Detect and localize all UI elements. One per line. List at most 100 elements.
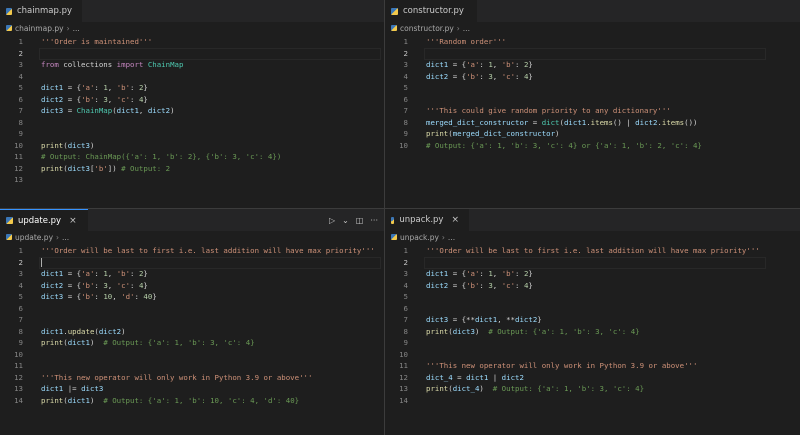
code-line[interactable]: 9	[385, 337, 800, 349]
code-line[interactable]: 13 print(dict_4) # Output: {'a': 1, 'b': …	[385, 383, 800, 395]
code-line[interactable]: 4 dict2 = {'b': 3, 'c': 4}	[0, 280, 384, 292]
horizontal-divider[interactable]	[0, 208, 800, 209]
breadcrumb-file[interactable]: chainmap.py	[15, 24, 64, 33]
breadcrumb-symbols[interactable]: ...	[62, 233, 69, 242]
code-line[interactable]: 11 # Output: ChainMap({'a': 1, 'b': 2}, {…	[0, 151, 384, 163]
code-line[interactable]: 6	[0, 303, 384, 315]
code-editor[interactable]: 1 '''Random order''' 2 3 dict1 = {'a': 1, 'b…	[385, 36, 800, 151]
code-token: print	[426, 326, 449, 336]
code-line[interactable]: 8 dict1.update(dict2)	[0, 326, 384, 338]
code-line[interactable]: 7 '''This could give random priority to a…	[385, 105, 800, 117]
code-token: = {**	[448, 315, 475, 324]
code-line[interactable]: 2	[0, 256, 384, 269]
code-text: dict2 = {'b': 3, 'c': 4}	[41, 94, 148, 106]
vertical-divider[interactable]	[384, 0, 385, 435]
code-line[interactable]: 1 '''Random order'''	[385, 36, 800, 48]
code-line[interactable]: 2	[0, 47, 384, 60]
line-number: 4	[403, 71, 408, 81]
code-line[interactable]: 3 dict1 = {'a': 1, 'b': 2}	[385, 59, 800, 71]
tab-update[interactable]: update.py ×	[0, 209, 88, 231]
code-line[interactable]: 14	[385, 395, 800, 407]
breadcrumb-symbols[interactable]: ...	[448, 233, 455, 242]
code-line[interactable]: 10 # Output: {'a': 1, 'b': 3, 'c': 4} or …	[385, 140, 800, 152]
code-editor[interactable]: 1 '''Order is maintained''' 2 3 from collect…	[0, 36, 384, 186]
breadcrumb-symbols[interactable]: ...	[73, 24, 80, 33]
code-line[interactable]: 13 dict1 |= dict3	[0, 383, 384, 395]
code-line[interactable]: 7 dict3 = {**dict1, **dict2}	[385, 314, 800, 326]
code-editor[interactable]: 1 '''Order will be last to first i.e. las…	[385, 245, 800, 406]
code-line[interactable]: 11	[0, 360, 384, 372]
code-line[interactable]: 10	[0, 349, 384, 361]
code-line[interactable]: 13	[0, 174, 384, 186]
code-line[interactable]: 4	[0, 71, 384, 83]
code-token: dict2	[41, 94, 64, 104]
breadcrumb-file[interactable]: unpack.py	[400, 233, 439, 242]
breadcrumb-symbols[interactable]: ...	[463, 24, 470, 33]
code-line[interactable]: 3 from collections import ChainMap	[0, 59, 384, 71]
tab-unpack[interactable]: unpack.py ×	[385, 209, 469, 231]
code-line[interactable]: 9	[0, 128, 384, 140]
code-line[interactable]: 2	[385, 47, 800, 60]
code-line[interactable]: 5	[385, 291, 800, 303]
code-token: =	[528, 117, 542, 127]
code-line[interactable]: 2	[385, 256, 800, 269]
code-line[interactable]: 12 print(dict3['b']) # Output: 2	[0, 163, 384, 175]
line-number: 13	[14, 175, 23, 184]
code-line[interactable]: 5	[385, 82, 800, 94]
code-line[interactable]: 3 dict1 = {'a': 1, 'b': 2}	[385, 268, 800, 280]
code-line[interactable]: 1 '''Order is maintained'''	[0, 36, 384, 48]
tab-chainmap[interactable]: chainmap.py	[0, 0, 82, 22]
code-token: '''This new operator will only work in P…	[426, 361, 698, 370]
code-line[interactable]: 6	[385, 303, 800, 315]
code-line[interactable]: 7 dict3 = ChainMap(dict1, dict2)	[0, 105, 384, 117]
code-token: # Output: {'a': 1, 'b': 3, 'c': 4} or {'…	[426, 140, 702, 150]
code-token: print	[41, 140, 64, 150]
code-line[interactable]: 6	[385, 94, 800, 106]
close-icon[interactable]: ×	[451, 215, 459, 225]
code-line[interactable]: 9 print(dict1) # Output: {'a': 1, 'b': 3,…	[0, 337, 384, 349]
code-line[interactable]: 10 print(dict3)	[0, 140, 384, 152]
code-line[interactable]: 11 '''This new operator will only work in…	[385, 360, 800, 372]
code-line[interactable]: 1 '''Order will be last to first i.e. las…	[0, 245, 384, 257]
code-token: dict1	[426, 60, 449, 69]
code-line[interactable]: 1 '''Order will be last to first i.e. las…	[385, 245, 800, 257]
code-line[interactable]: 7	[0, 314, 384, 326]
code-line[interactable]: 4 dict2 = {'b': 3, 'c': 4}	[385, 71, 800, 83]
code-text: print(dict3)	[41, 140, 94, 152]
code-line[interactable]: 9 print(merged_dict_constructor)	[385, 128, 800, 140]
code-token: dict1	[41, 269, 64, 278]
split-editor-icon[interactable]: ◫	[356, 216, 364, 225]
line-number: 2	[403, 257, 408, 267]
code-text: '''This could give random priority to an…	[426, 105, 671, 117]
code-line[interactable]: 5 dict3 = {'b': 10, 'd': 40}	[0, 291, 384, 303]
code-token: dict1	[466, 372, 489, 382]
code-line[interactable]: 14 print(dict1) # Output: {'a': 1, 'b': 1…	[0, 395, 384, 407]
code-line[interactable]: 8 merged_dict_constructor = dict(dict1.it…	[385, 117, 800, 129]
code-line[interactable]: 4 dict2 = {'b': 3, 'c': 4}	[385, 280, 800, 292]
code-line[interactable]: 10	[385, 349, 800, 361]
code-line[interactable]: 8 print(dict3) # Output: {'a': 1, 'b': 3,…	[385, 326, 800, 338]
code-line[interactable]: 12 dict_4 = dict1 | dict2	[385, 372, 800, 384]
code-token: # Output: ChainMap({'a': 1, 'b': 2}, {'b…	[41, 152, 282, 161]
code-token: |=	[63, 384, 82, 393]
code-line[interactable]: 12 '''This new operator will only work in…	[0, 372, 384, 384]
breadcrumb-file[interactable]: constructor.py	[400, 24, 454, 33]
chevron-down-icon[interactable]: ⌄	[342, 216, 349, 225]
code-token: # Output: {'a': 1, 'b': 3, 'c': 4}	[488, 326, 640, 336]
line-number: 5	[403, 292, 408, 301]
code-token: print	[41, 163, 64, 173]
code-line[interactable]: 8	[0, 117, 384, 129]
code-token: :	[94, 292, 104, 301]
code-line[interactable]: 6 dict2 = {'b': 3, 'c': 4}	[0, 94, 384, 106]
code-line[interactable]: 5 dict1 = {'a': 1, 'b': 2}	[0, 82, 384, 94]
code-editor[interactable]: 1 '''Order will be last to first i.e. las…	[0, 245, 384, 406]
tab-constructor[interactable]: constructor.py	[385, 0, 477, 22]
more-actions-icon[interactable]: ···	[370, 216, 378, 225]
code-line[interactable]: 3 dict1 = {'a': 1, 'b': 2}	[0, 268, 384, 280]
line-number: 9	[18, 338, 23, 347]
close-icon[interactable]: ×	[69, 216, 77, 226]
line-number: 5	[18, 83, 23, 92]
code-token: }	[528, 60, 533, 69]
breadcrumb-file[interactable]: update.py	[15, 233, 53, 242]
run-icon[interactable]: ▷	[329, 216, 335, 225]
